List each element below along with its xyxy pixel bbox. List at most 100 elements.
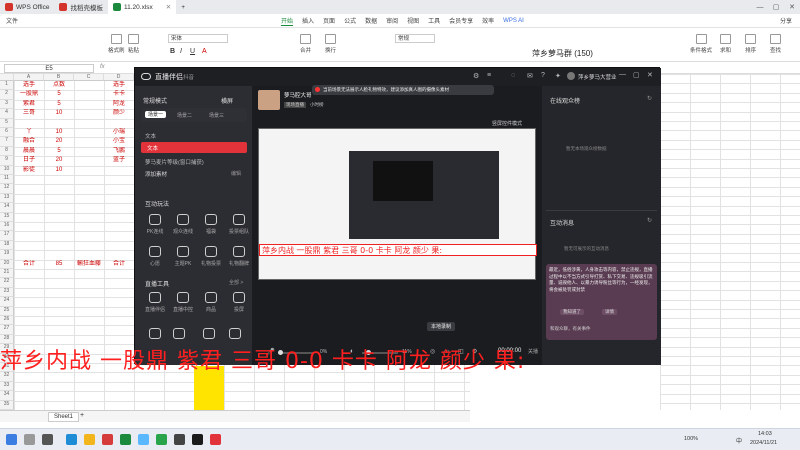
tool-item-label[interactable]: 商品 (197, 306, 225, 313)
interact-item-label[interactable]: 观众连线 (169, 228, 197, 235)
cell[interactable]: 20 (44, 156, 74, 165)
settings-icon[interactable]: ⚙ (473, 72, 479, 80)
conditional-format-button[interactable]: 条件格式 (690, 34, 712, 54)
interact-item-icon[interactable] (233, 246, 245, 257)
close-button[interactable]: ✕ (784, 3, 800, 11)
cell[interactable]: 阿龙 (104, 100, 134, 109)
douyin-taskbar-icon[interactable] (192, 434, 203, 445)
interact-item-label[interactable]: 福袋 (197, 228, 225, 235)
streamer-account[interactable]: 萍乡萝马大营业 (578, 73, 617, 81)
row-header[interactable]: 25 (0, 306, 14, 316)
live-companion-taskbar-icon[interactable] (210, 434, 221, 445)
mode-select[interactable]: 常规模式 (143, 96, 167, 105)
cell[interactable]: 影徒 (14, 166, 44, 175)
row-header[interactable]: 1 (0, 81, 14, 91)
merge-button[interactable]: 合并 (300, 34, 311, 54)
bold-button[interactable]: B (170, 48, 175, 55)
cell[interactable]: 丫 (14, 128, 44, 137)
gift-icon[interactable]: ✦ (555, 72, 561, 80)
row-header[interactable]: 12 (0, 184, 14, 194)
cell[interactable]: 紫君 (14, 100, 44, 109)
tab-spreadsheet[interactable]: 11.20.xlsx ✕ (107, 0, 177, 14)
row-header[interactable]: 27 (0, 325, 14, 335)
app-close-button[interactable]: ✕ (647, 71, 653, 79)
paste-button[interactable]: 粘贴 (128, 34, 139, 54)
row-header[interactable]: 26 (0, 316, 14, 326)
message-icon[interactable]: ✉ (527, 72, 533, 80)
menu-view[interactable]: 视图 (407, 16, 419, 25)
landscape-toggle[interactable]: 横屏 (221, 96, 233, 105)
menu-page[interactable]: 页面 (323, 16, 335, 25)
cell[interactable]: 85 (44, 260, 74, 269)
interact-item-label[interactable]: 礼物投票 (197, 260, 225, 267)
row-header[interactable]: 35 (0, 400, 14, 410)
interaction-refresh-icon[interactable]: ↻ (647, 217, 652, 224)
cell[interactable]: 卡卡 (104, 90, 134, 99)
browser-taskbar-icon[interactable] (138, 434, 149, 445)
row-header[interactable]: 11 (0, 175, 14, 185)
cell[interactable] (44, 119, 74, 128)
edit-source-button[interactable]: 编辑 (231, 170, 241, 177)
cell[interactable]: 20 (44, 137, 74, 146)
tool-item-label[interactable]: 投屏 (225, 306, 253, 313)
menu-formula[interactable]: 公式 (344, 16, 356, 25)
interact-item-icon[interactable] (149, 214, 161, 225)
cell[interactable]: 合计 (104, 260, 134, 269)
column-header-c[interactable]: C (74, 74, 104, 81)
tool-icon-7[interactable] (203, 328, 215, 339)
tool-item-icon[interactable] (233, 292, 245, 303)
cell[interactable]: 合计 (14, 260, 44, 269)
menu-insert[interactable]: 插入 (302, 16, 314, 25)
cell[interactable]: 融合 (14, 137, 44, 146)
row-header[interactable]: 2 (0, 90, 14, 100)
wps-taskbar-icon[interactable] (102, 434, 113, 445)
row-header[interactable]: 10 (0, 165, 14, 175)
cell[interactable]: 10 (44, 109, 74, 118)
row-header[interactable]: 4 (0, 109, 14, 119)
minimize-button[interactable]: — (752, 4, 768, 11)
menu-icon[interactable]: ≡ (487, 72, 491, 79)
cell[interactable]: 三哥 (14, 109, 44, 118)
cell[interactable]: 5 (44, 147, 74, 156)
underline-button[interactable]: U (190, 48, 195, 55)
row-header[interactable]: 7 (0, 137, 14, 147)
source-item-3[interactable]: 萝马麦片等级(窗口捕获) (145, 158, 204, 166)
tool-icon-6[interactable] (173, 328, 185, 339)
row-header[interactable]: 18 (0, 240, 14, 251)
interact-item-icon[interactable] (177, 246, 189, 257)
chat-icon[interactable]: ◌ (511, 72, 515, 79)
sum-button[interactable]: 求和 (720, 34, 731, 54)
start-icon[interactable] (6, 434, 17, 445)
tool-icon-8[interactable] (229, 328, 241, 339)
cell[interactable]: 一股鼎 (14, 90, 44, 99)
cell[interactable]: 晨晨 (14, 147, 44, 156)
find-button[interactable]: 查找 (770, 34, 781, 54)
tool-item-icon[interactable] (205, 292, 217, 303)
source-item-1[interactable]: 文本 (145, 132, 156, 140)
font-select[interactable]: 宋体 (168, 34, 228, 43)
wide-mode-toggle[interactable]: 竖屏控件模式 (492, 120, 522, 127)
cell[interactable]: 选手 (14, 81, 44, 90)
menu-review[interactable]: 审阅 (386, 16, 398, 25)
interact-item-icon[interactable] (205, 214, 217, 225)
cell[interactable]: 飞鹏 (104, 147, 134, 156)
row-header[interactable]: 16 (0, 222, 14, 232)
add-source-button[interactable]: 添加素材 (145, 170, 167, 178)
sort-button[interactable]: 排序 (745, 34, 756, 54)
row-header[interactable]: 34 (0, 391, 14, 401)
tool-icon-5[interactable] (149, 328, 161, 339)
menu-member[interactable]: 会员专享 (449, 16, 473, 25)
interact-item-icon[interactable] (233, 214, 245, 225)
row-header[interactable]: 15 (0, 212, 14, 222)
row-header[interactable]: 13 (0, 193, 14, 204)
interact-item-label[interactable]: 心愿 (141, 260, 169, 267)
audience-refresh-icon[interactable]: ↻ (647, 95, 652, 102)
interact-item-icon[interactable] (177, 214, 189, 225)
tool-item-label[interactable]: 直播伴侣 (141, 306, 169, 313)
scene-tab-2[interactable]: 场景二 (177, 112, 192, 119)
number-format-select[interactable]: 常规 (395, 34, 435, 43)
tools-more-link[interactable]: 全部 > (229, 279, 243, 286)
cell[interactable]: 10 (44, 166, 74, 175)
interact-item-icon[interactable] (149, 246, 161, 257)
italic-button[interactable]: I (180, 48, 182, 55)
